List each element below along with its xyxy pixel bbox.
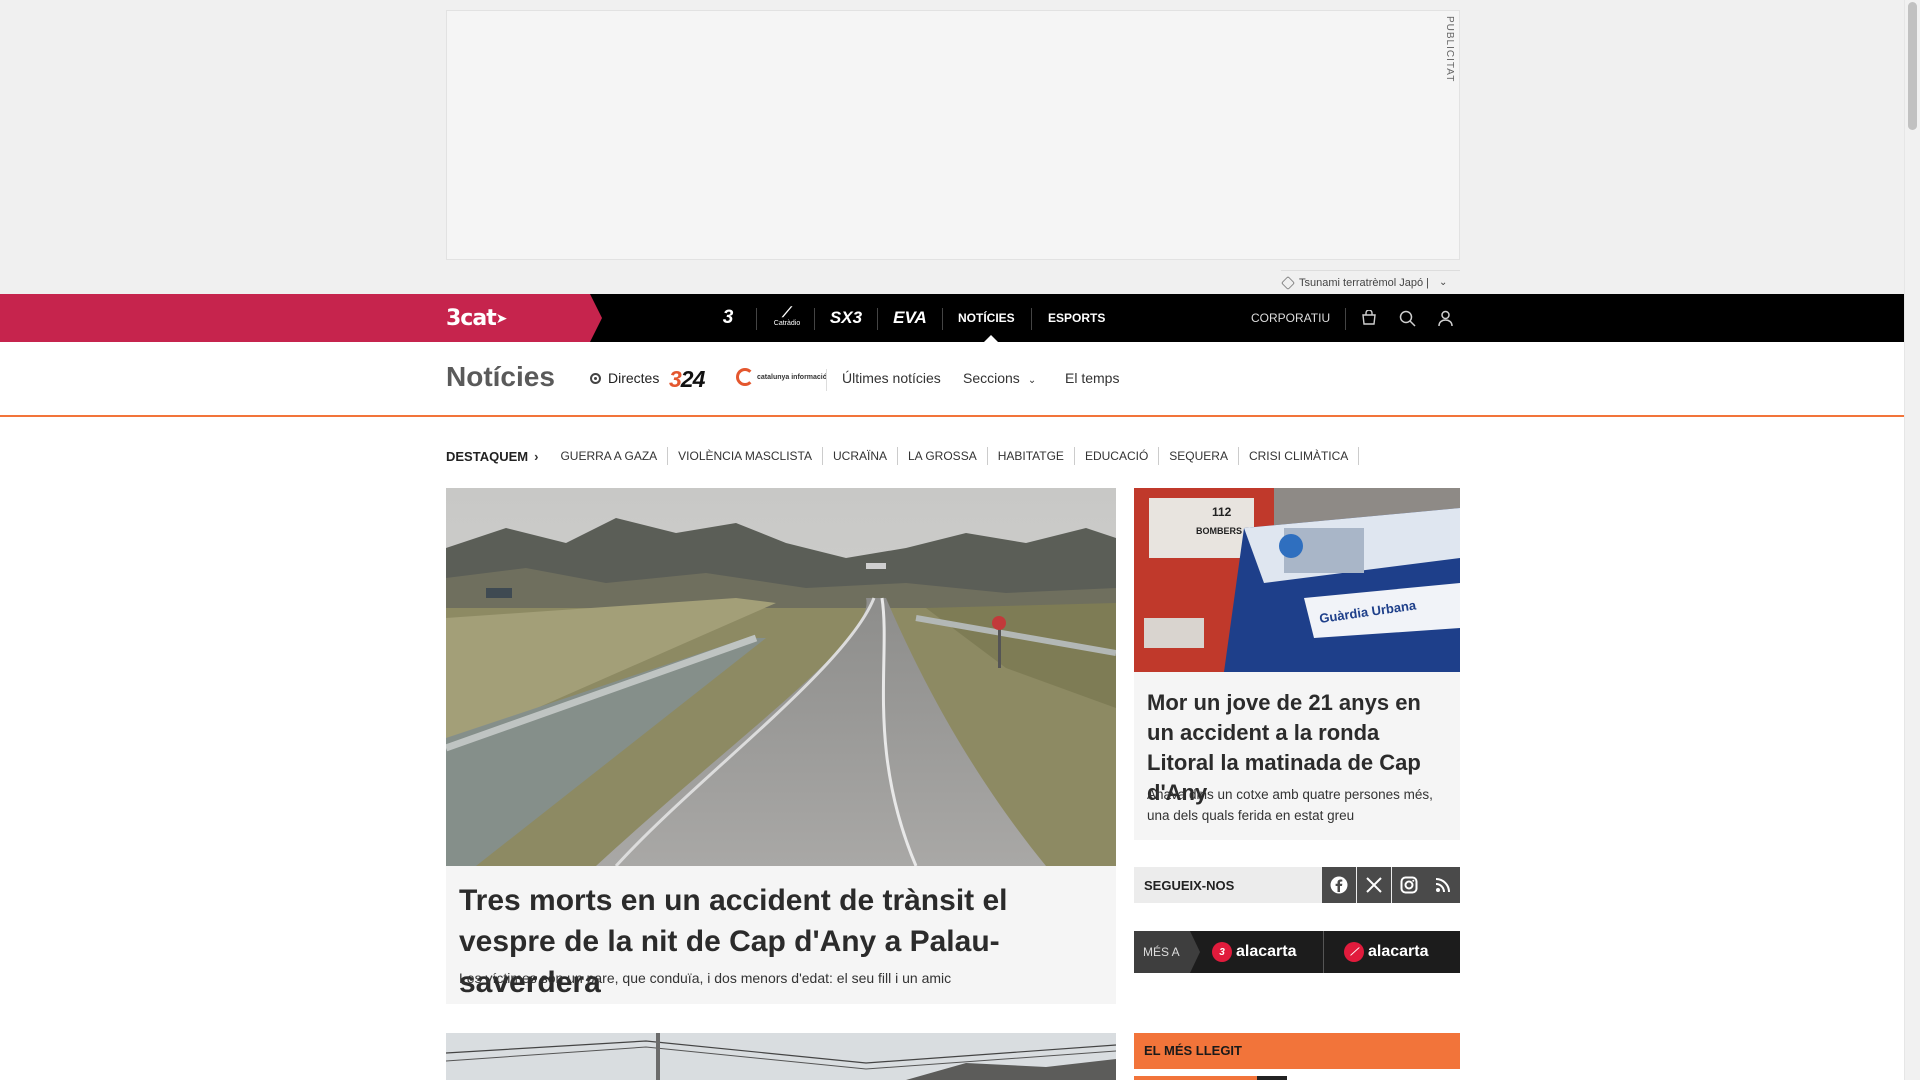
nav-esports-label: ESPORTS xyxy=(1048,311,1106,325)
brand-block xyxy=(0,294,602,342)
image-text-112: 112 xyxy=(1212,505,1232,519)
logo-324[interactable]: 324 xyxy=(669,366,706,393)
main-article-card[interactable]: Tres morts en un accident de trànsit el … xyxy=(446,488,1116,1004)
most-read-tabs[interactable] xyxy=(1134,1076,1287,1080)
divider xyxy=(826,369,827,391)
tag-icon xyxy=(1280,275,1296,290)
side-article-subtitle: Anava dins un cotxe amb quatre persones … xyxy=(1147,787,1433,823)
facebook-icon[interactable] xyxy=(1322,867,1356,903)
ultimes-noticies-link[interactable]: Últimes notícies xyxy=(842,370,941,386)
destaquem-item[interactable]: CRISI CLIMÀTICA xyxy=(1239,447,1360,465)
channel-sx3[interactable]: SX3 xyxy=(826,294,866,342)
logo-324-part-a: 3 xyxy=(669,366,682,392)
trending-topic[interactable]: Tsunami terratrèmol Japó | ⌄ xyxy=(1280,270,1460,294)
channel-eva[interactable]: EVA xyxy=(888,294,932,342)
destaquem-item[interactable]: EDUCACIÓ xyxy=(1075,447,1160,465)
channel-catradio[interactable]: ⟋ Catràdio xyxy=(768,294,806,342)
live-icon xyxy=(590,372,601,384)
divider xyxy=(814,308,815,330)
instagram-icon[interactable] xyxy=(1392,867,1426,903)
nav-esports[interactable]: ESPORTS xyxy=(1048,294,1105,342)
divider xyxy=(877,308,878,330)
divider xyxy=(1323,931,1324,973)
top-nav: 3cat➤ 3 ⟋ Catràdio SX3 EVA NOTÍCIES ESPO… xyxy=(0,294,1904,342)
destaquem-item[interactable]: LA GROSSA xyxy=(898,447,988,465)
channel-tv3-label: 3 xyxy=(722,307,734,328)
destaquem-item[interactable]: HABITATGE xyxy=(988,447,1075,465)
el-temps-link[interactable]: El temps xyxy=(1065,370,1119,386)
section-title[interactable]: Notícies xyxy=(446,361,555,393)
catradio-logo-icon: ⟋ xyxy=(782,304,792,320)
active-caret-icon xyxy=(984,335,998,342)
seccions-label: Seccions xyxy=(963,370,1020,386)
ad-banner[interactable] xyxy=(446,10,1460,260)
logo-3cat[interactable]: 3cat➤ xyxy=(446,306,508,331)
alacarta-label-1: alacarta xyxy=(1236,943,1297,960)
tv3-badge-icon: 3 xyxy=(1212,942,1232,962)
nav-corporatiu-label: CORPORATIU xyxy=(1251,311,1331,325)
destaquem-item[interactable]: GUERRA A GAZA xyxy=(550,447,669,465)
chevron-down-icon: ⌄ xyxy=(1027,375,1037,386)
second-article-image[interactable] xyxy=(446,1033,1116,1080)
logo-324-part-b: 24 xyxy=(680,366,706,392)
destaquem-item[interactable]: UCRAÏNA xyxy=(823,447,898,465)
brand-arrow-icon: ➤ xyxy=(495,311,508,327)
search-icon[interactable] xyxy=(1396,307,1418,329)
follow-us-label: SEGUEIX-NOS xyxy=(1144,878,1235,893)
destaquem-bar: DESTAQUEM › GUERRA A GAZA VIOLÈNCIA MASC… xyxy=(446,446,1360,466)
main-article-image[interactable] xyxy=(446,488,1116,866)
shop-icon[interactable] xyxy=(1358,307,1380,329)
x-icon[interactable] xyxy=(1357,867,1391,903)
side-article-image[interactable]: 112 BOMBERS Guàrdia Urbana xyxy=(1134,488,1460,672)
section-header: Notícies Directes 324 catalunya informac… xyxy=(0,342,1904,417)
rss-icon[interactable] xyxy=(1426,867,1460,903)
seccions-dropdown[interactable]: Seccions ⌄ xyxy=(963,370,1036,386)
user-icon[interactable] xyxy=(1434,307,1456,329)
destaquem-item[interactable]: VIOLÈNCIA MASCLISTA xyxy=(668,447,823,465)
divider xyxy=(942,308,943,330)
side-article-card[interactable]: 112 BOMBERS Guàrdia Urbana Mor un jove d… xyxy=(1134,488,1460,840)
destaquem-label: DESTAQUEM xyxy=(446,448,529,464)
directes-link[interactable]: Directes xyxy=(590,370,659,386)
catradio-badge-icon: ⟋ xyxy=(1344,942,1364,962)
catradio-alacarta-link[interactable]: ⟋ alacarta xyxy=(1344,941,1429,963)
image-text-bombers: BOMBERS xyxy=(1196,526,1242,536)
main-article-subtitle: Les víctimes són un pare, que conduïa, i… xyxy=(459,970,952,986)
ad-zone: PUBLICITAT Tsunami terratrèmol Japó | ⌄ xyxy=(0,0,1904,294)
most-read-header: EL MÉS LLEGIT xyxy=(1134,1033,1460,1069)
logo-catalunya-informacio[interactable]: catalunya informació xyxy=(736,368,827,386)
channel-catradio-label: Catràdio xyxy=(773,320,801,327)
chevron-down-icon: ⌄ xyxy=(1439,277,1448,288)
most-read-label: EL MÉS LLEGIT xyxy=(1144,1043,1242,1058)
channel-eva-label: EVA xyxy=(893,308,927,327)
channel-sx3-label: SX3 xyxy=(829,308,863,327)
divider xyxy=(1345,308,1346,330)
tv3-alacarta-link[interactable]: 3 alacarta xyxy=(1212,941,1297,963)
scrollbar-thumb[interactable] xyxy=(1908,2,1917,130)
nav-noticies-label: NOTÍCIES xyxy=(958,311,1015,325)
nav-corporatiu[interactable]: CORPORATIU xyxy=(1251,294,1330,342)
nav-noticies[interactable]: NOTÍCIES xyxy=(958,294,1015,342)
scrollbar[interactable] xyxy=(1904,0,1920,1080)
divider xyxy=(1031,308,1032,330)
page: PUBLICITAT Tsunami terratrèmol Japó | ⌄ … xyxy=(0,0,1920,1080)
catinfo-label: catalunya informació xyxy=(757,373,828,381)
catinfo-ring-icon xyxy=(736,368,754,386)
alacarta-label-2: alacarta xyxy=(1368,943,1429,960)
mes-a-alacarta: MÉS A 3 alacarta ⟋ alacarta xyxy=(1134,931,1460,973)
channel-tv3[interactable]: 3 xyxy=(712,294,744,342)
directes-label: Directes xyxy=(608,370,660,386)
destaquem-item[interactable]: SEQUERA xyxy=(1159,447,1239,465)
follow-us-bar: SEGUEIX-NOS xyxy=(1134,867,1460,903)
divider xyxy=(756,308,757,330)
most-read-tab-active[interactable] xyxy=(1257,1076,1287,1080)
mes-a-label: MÉS A xyxy=(1134,931,1200,973)
ad-label: PUBLICITAT xyxy=(1444,16,1455,83)
trending-text: Tsunami terratrèmol Japó | xyxy=(1299,276,1430,289)
brand-name: 3cat xyxy=(446,306,497,331)
chevron-right-icon: › xyxy=(534,448,539,464)
